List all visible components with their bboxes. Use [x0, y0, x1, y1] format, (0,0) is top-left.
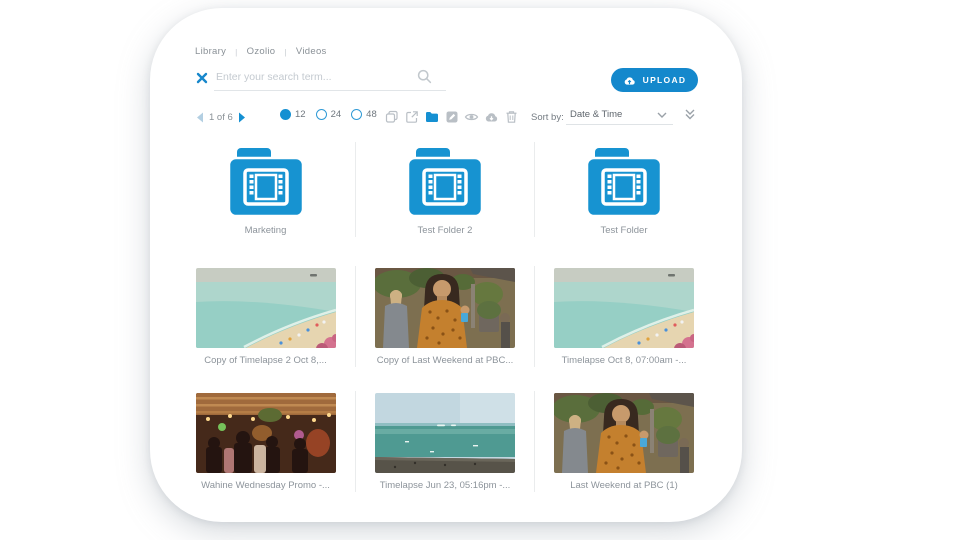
video-thumbnail-beach-aerial[interactable]	[554, 268, 694, 348]
duplicate-icon[interactable]	[384, 109, 399, 124]
folder-row: Marketing Test Folder 2 Test Folder	[176, 142, 713, 237]
edit-icon[interactable]	[444, 109, 459, 124]
video-item[interactable]: Wahine Wednesday Promo -...	[176, 391, 355, 492]
folder-label: Test Folder 2	[417, 225, 473, 236]
folder-label: Marketing	[244, 225, 287, 236]
radio-icon	[280, 109, 291, 120]
search-clear-icon[interactable]	[196, 71, 208, 84]
video-label: Timelapse Jun 23, 05:16pm -...	[379, 480, 511, 491]
radio-icon	[315, 109, 327, 120]
cloud-upload-icon	[624, 76, 635, 85]
folder-item[interactable]: Test Folder 2	[355, 142, 534, 237]
video-label: Copy of Last Weekend at PBC...	[376, 355, 514, 366]
breadcrumb-library[interactable]: Library	[195, 46, 226, 57]
video-thumbnail-beach-aerial[interactable]	[195, 268, 336, 348]
cloud-download-icon[interactable]	[484, 109, 499, 124]
video-item[interactable]: Timelapse Jun 23, 05:16pm -...	[355, 391, 534, 492]
video-item[interactable]: Copy of Timelapse 2 Oct 8,...	[176, 266, 355, 367]
breadcrumb-separator: |	[284, 46, 287, 57]
video-label: Timelapse Oct 8, 07:00am -...	[561, 355, 687, 366]
radio-label: 12	[295, 109, 306, 120]
next-page-icon[interactable]	[238, 112, 246, 123]
video-thumbnail-ocean-horizon[interactable]	[375, 393, 515, 473]
page-size-24[interactable]: 24	[315, 109, 342, 120]
folder-item[interactable]: Marketing	[176, 142, 355, 237]
video-folder-icon	[585, 148, 663, 218]
trash-icon[interactable]	[504, 109, 519, 124]
action-toolbar	[384, 109, 519, 124]
chevron-down-icon	[657, 112, 667, 118]
folder-label: Test Folder	[600, 225, 648, 236]
page-size-group: 12 24 48	[280, 109, 377, 120]
page-indicator: 1 of 6	[209, 111, 233, 123]
search-input[interactable]	[216, 68, 411, 86]
page: Library | Ozolio | Videos UPLOAD 1 of 6 …	[0, 0, 960, 540]
radio-label: 24	[330, 109, 342, 120]
double-chevron-down-icon[interactable]	[684, 108, 696, 121]
prev-page-icon[interactable]	[196, 112, 204, 123]
breadcrumb-videos[interactable]: Videos	[296, 46, 327, 57]
video-row: Wahine Wednesday Promo -... Timelapse Ju…	[176, 391, 713, 492]
folder-item[interactable]: Test Folder	[534, 142, 713, 237]
video-folder-icon	[227, 148, 304, 218]
sort-value: Date & Time	[570, 109, 623, 120]
magnifier-icon[interactable]	[417, 69, 432, 84]
sort-by-label: Sort by:	[531, 112, 564, 123]
page-size-48[interactable]: 48	[351, 109, 377, 120]
video-thumbnail-person-bar[interactable]	[554, 393, 694, 473]
radio-label: 48	[366, 109, 377, 120]
video-item[interactable]: Last Weekend at PBC (1)	[534, 391, 713, 492]
video-label: Wahine Wednesday Promo -...	[201, 480, 330, 491]
video-label: Last Weekend at PBC (1)	[570, 480, 678, 491]
page-size-12[interactable]: 12	[280, 109, 306, 120]
video-thumbnail-person-bar[interactable]	[375, 268, 515, 348]
upload-label: UPLOAD	[642, 75, 687, 85]
folder-icon[interactable]	[424, 109, 439, 124]
search-field	[214, 64, 446, 91]
pagination: 1 of 6	[196, 110, 246, 124]
radio-icon	[351, 109, 363, 120]
open-in-new-icon[interactable]	[404, 109, 419, 124]
video-item[interactable]: Timelapse Oct 8, 07:00am -...	[534, 266, 713, 367]
video-folder-icon	[406, 148, 484, 218]
eye-icon[interactable]	[464, 109, 479, 124]
video-item[interactable]: Copy of Last Weekend at PBC...	[355, 266, 534, 367]
upload-button[interactable]: UPLOAD	[611, 68, 698, 92]
video-thumbnail-night-bar[interactable]	[195, 393, 336, 473]
breadcrumb: Library | Ozolio | Videos	[195, 46, 327, 57]
video-row: Copy of Timelapse 2 Oct 8,... Copy of La…	[176, 266, 713, 367]
breadcrumb-separator: |	[235, 46, 238, 57]
video-label: Copy of Timelapse 2 Oct 8,...	[204, 355, 327, 366]
breadcrumb-ozolio[interactable]: Ozolio	[247, 46, 276, 57]
sort-select[interactable]: Date & Time	[566, 103, 673, 125]
